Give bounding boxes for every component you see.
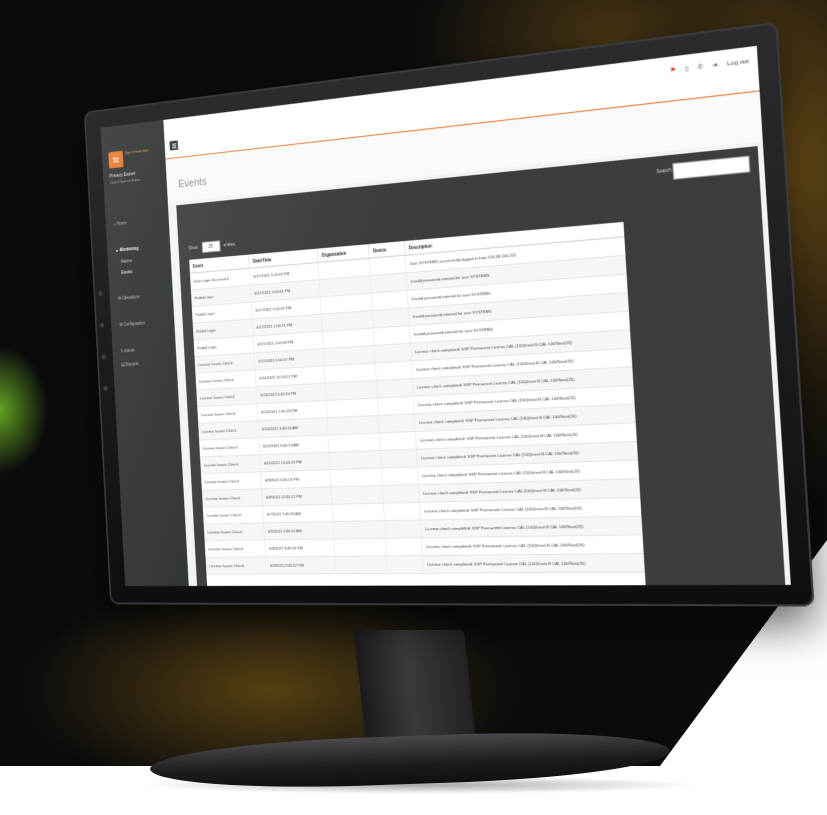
monitor-button: [98, 291, 103, 296]
organization-cell: [326, 415, 380, 436]
device-cell: [375, 360, 413, 381]
datetime-cell: 6/7/2021 7:45:13 AM: [262, 504, 333, 523]
device-cell: [373, 325, 411, 346]
search-label: Search:: [656, 167, 673, 175]
device-cell: [376, 378, 414, 398]
events-table: Event Date/Time Organization Device Desc…: [189, 221, 647, 575]
events-table-container: Event Date/Time Organization Device Desc…: [189, 221, 647, 587]
event-cell: License Issues Check: [201, 488, 263, 508]
organization-cell: [327, 432, 381, 453]
sidebar-item-label: Monitoring: [119, 245, 139, 253]
monitor-button: [101, 354, 106, 360]
datetime-cell: 6/11/2021 10:45:18 PM: [259, 452, 330, 472]
logout-label: Log out: [727, 58, 750, 68]
organization-cell: [325, 397, 379, 418]
brand-logo-icon: tz: [108, 150, 124, 169]
hamburger-icon[interactable]: [169, 140, 179, 151]
organization-cell: [332, 520, 386, 539]
brand-name: Tiger Information: [124, 147, 149, 155]
events-table-body: User Login Successful 6/17/2021 1:02:05 P…: [189, 232, 647, 575]
screen: tzTiger Information Privacy Expert Globa…: [100, 45, 791, 587]
datetime-cell: 6/8/2021 12:45:12 PM: [261, 486, 332, 506]
organization-cell: [333, 538, 387, 557]
flag-icon[interactable]: ⚑: [670, 67, 676, 74]
device-cell: [378, 413, 416, 433]
topbar-actions: ⚑ ▯ ✆ ➜ Log out: [663, 57, 749, 75]
monitor: tzTiger Information Privacy Expert Globa…: [83, 21, 815, 607]
page-length-control: Show 25 entries: [188, 239, 235, 254]
device-cell: [379, 431, 417, 451]
monitor-button: [99, 322, 105, 328]
device-cell: [386, 555, 424, 574]
page-length-select[interactable]: 25: [201, 240, 221, 254]
entries-label: entries: [223, 241, 236, 248]
event-cell: License Issues Check: [200, 471, 262, 491]
device-cell: [374, 343, 412, 363]
sidebar-item-label: Configuration: [123, 320, 146, 327]
organization-cell: [330, 485, 384, 505]
sidebar-item-label: Reports: [125, 361, 139, 367]
organization-cell: [334, 555, 388, 574]
organization-cell: [328, 450, 382, 470]
datetime-cell: 6/3/2021 4:45:12 PM: [265, 556, 336, 574]
datetime-cell: 6/6/2021 2:45:12 AM: [263, 521, 334, 540]
brand[interactable]: tzTiger Information: [108, 146, 161, 172]
events-panel: Search: Show 25 entries Event Date/Time …: [176, 146, 786, 587]
device-cell: [380, 449, 418, 469]
sidebar-item-label: Home: [116, 220, 127, 227]
monitor-stand-neck: [353, 630, 477, 745]
monitor-button: [103, 386, 108, 391]
datetime-cell: 6/4/2021 9:45:13 PM: [264, 538, 335, 557]
device-cell: [384, 520, 422, 539]
show-label: Show: [188, 245, 199, 251]
organization-cell: [329, 468, 383, 487]
event-cell: License Issues Check: [202, 505, 264, 524]
event-cell: License Issues Check: [205, 556, 267, 575]
event-cell: License Issues Check: [200, 454, 261, 474]
event-cell: License Issues Check: [203, 522, 265, 541]
logout-button[interactable]: ➜ Log out: [712, 59, 749, 70]
device-cell: [383, 502, 421, 521]
device-cell: [377, 396, 415, 416]
device-cell: [385, 537, 423, 556]
sidebar-item-reports[interactable]: ▤ Reports: [113, 354, 177, 372]
page-title: Events: [178, 176, 207, 191]
table-row[interactable]: License Issues Check 6/3/2021 4:45:12 PM L…: [205, 553, 647, 575]
device-icon[interactable]: ▯: [685, 66, 689, 73]
sidebar-nav: ⌂ Home ▲ Monitoring Alarms Events ⚙ Oper…: [105, 212, 176, 372]
datetime-cell: 6/9/2021 6:45:14 PM: [260, 469, 331, 489]
device-cell: [382, 484, 420, 504]
event-cell: License Issues Check: [199, 437, 260, 457]
description-cell: License check completed: SSP Permanent L…: [422, 553, 647, 574]
sidebar-item-label: Operations: [121, 294, 140, 301]
device-cell: [381, 466, 419, 486]
description-cell: License check completed: SSP Permanent L…: [421, 534, 647, 556]
search-input[interactable]: [672, 155, 751, 180]
sidebar-item-label: Admin: [124, 347, 135, 354]
event-cell: License Issues Check: [204, 539, 266, 558]
organization-cell: [331, 503, 385, 522]
phone-icon[interactable]: ✆: [698, 64, 704, 71]
